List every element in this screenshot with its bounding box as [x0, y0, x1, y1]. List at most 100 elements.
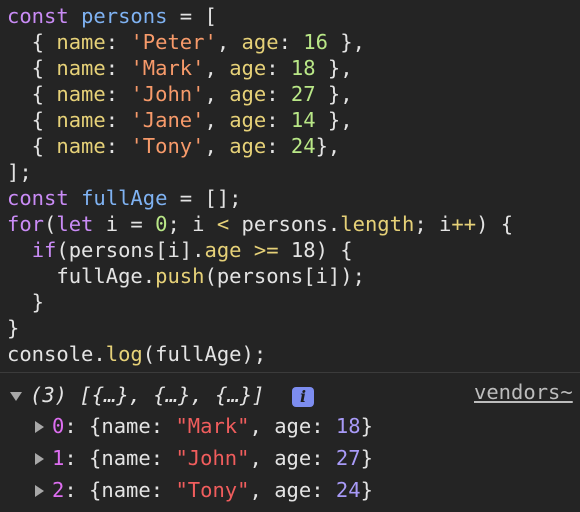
code-token: :: [105, 134, 131, 158]
code-token: 16: [303, 30, 328, 54]
array-entry[interactable]: 0: {name: "Mark", age: 18}: [52, 413, 373, 439]
source-link[interactable]: vendors~: [474, 379, 573, 405]
code-token: 14: [290, 108, 316, 132]
code-token: name: [56, 108, 106, 132]
code-token: age: [204, 238, 242, 262]
code-token: (fullAge);: [142, 342, 267, 366]
code-token: 24: [290, 134, 316, 158]
code-token: for: [7, 212, 45, 236]
code-line[interactable]: { name: 'Peter', age: 16 },: [7, 29, 365, 55]
array-summary[interactable]: (3) [{…}, {…}, {…}]: [30, 382, 265, 408]
code-token: age: [241, 30, 279, 54]
code-line[interactable]: }: [7, 289, 44, 315]
code-token: let: [56, 212, 94, 236]
code-token: :: [105, 56, 131, 80]
code-token: length: [340, 212, 415, 236]
code-token: >=: [253, 238, 279, 262]
code-token: 0: [155, 212, 168, 236]
code-token: persons: [81, 4, 168, 28]
code-token: ,: [204, 108, 230, 132]
code-token: name: [56, 82, 106, 106]
code-token: },: [327, 30, 365, 54]
code-line[interactable]: { name: 'Jane', age: 14 },: [7, 107, 353, 133]
code-line[interactable]: }: [7, 315, 19, 341]
code-token: },: [315, 134, 341, 158]
code-token: log: [105, 342, 143, 366]
code-token: 'Jane': [130, 108, 205, 132]
code-token: age: [229, 134, 267, 158]
code-token: 18) {: [278, 238, 353, 262]
code-token: 'Tony': [130, 134, 205, 158]
code-token: console.: [7, 342, 106, 366]
code-token: name: [56, 56, 106, 80]
info-icon[interactable]: i: [292, 387, 314, 407]
code-token: },: [315, 82, 353, 106]
code-token: ,: [204, 134, 230, 158]
code-token: }: [7, 316, 20, 340]
code-token: fullAge.: [7, 264, 156, 288]
code-token: const: [7, 4, 82, 28]
code-token: (: [44, 212, 57, 236]
code-token: ,: [216, 30, 242, 54]
code-token: {: [7, 134, 57, 158]
code-token: :: [105, 82, 131, 106]
code-token: age: [229, 56, 267, 80]
code-token: ++: [451, 212, 477, 236]
expand-triangle-icon[interactable]: [35, 453, 44, 465]
code-token: ; i: [414, 212, 452, 236]
code-line[interactable]: { name: 'John', age: 27 },: [7, 81, 353, 107]
code-token: ,: [204, 56, 230, 80]
code-token: ; i: [167, 212, 217, 236]
code-token: fullAge: [81, 186, 168, 210]
code-line[interactable]: for(let i = 0; i < persons.length; i++) …: [7, 211, 513, 237]
code-token: ) {: [476, 212, 514, 236]
code-token: {: [7, 30, 57, 54]
code-line[interactable]: if(persons[i].age >= 18) {: [7, 237, 353, 263]
code-line[interactable]: ];: [7, 159, 32, 185]
code-editor[interactable]: const persons = [ { name: 'Peter', age: …: [0, 0, 580, 370]
console-output: (3) [{…}, {…}, {…}] i vendors~ 0: {name:…: [0, 373, 580, 512]
array-entry[interactable]: 1: {name: "John", age: 27}: [52, 445, 373, 471]
code-token: :: [266, 134, 291, 158]
code-token: const: [7, 186, 82, 210]
code-line[interactable]: fullAge.push(persons[i]);: [7, 263, 365, 289]
code-line[interactable]: const persons = [: [7, 3, 217, 29]
code-token: 'John': [130, 82, 205, 106]
code-line[interactable]: { name: 'Mark', age: 18 },: [7, 55, 353, 81]
code-token: :: [278, 30, 304, 54]
code-token: <: [216, 212, 230, 236]
code-token: ];: [7, 160, 32, 184]
code-token: :: [266, 56, 291, 80]
code-token: persons.: [229, 212, 341, 236]
code-token: :: [266, 82, 291, 106]
code-token: :: [266, 108, 291, 132]
code-token: {: [7, 82, 57, 106]
expand-triangle-icon[interactable]: [35, 421, 44, 433]
code-line[interactable]: const fullAge = [];: [7, 185, 242, 211]
code-token: name: [56, 30, 106, 54]
code-token: 'Mark': [130, 56, 205, 80]
code-token: (persons[i].: [56, 238, 205, 262]
code-token: = [];: [167, 186, 242, 210]
expand-triangle-icon[interactable]: [10, 392, 22, 401]
code-token: if: [31, 238, 57, 262]
array-entry[interactable]: 2: {name: "Tony", age: 24}: [52, 477, 373, 503]
code-token: :: [105, 108, 131, 132]
code-token: 27: [290, 82, 316, 106]
code-token: 18: [290, 56, 316, 80]
code-line[interactable]: { name: 'Tony', age: 24},: [7, 133, 341, 159]
code-token: age: [229, 108, 267, 132]
code-token: age: [229, 82, 267, 106]
code-token: },: [315, 108, 353, 132]
code-token: 'Peter': [130, 30, 217, 54]
code-line[interactable]: console.log(fullAge);: [7, 341, 266, 367]
code-token: (persons[i]);: [204, 264, 365, 288]
code-token: name: [56, 134, 106, 158]
code-token: }: [7, 290, 45, 314]
code-token: ,: [204, 82, 230, 106]
code-token: {: [7, 108, 57, 132]
code-token: push: [155, 264, 205, 288]
expand-triangle-icon[interactable]: [35, 485, 44, 497]
